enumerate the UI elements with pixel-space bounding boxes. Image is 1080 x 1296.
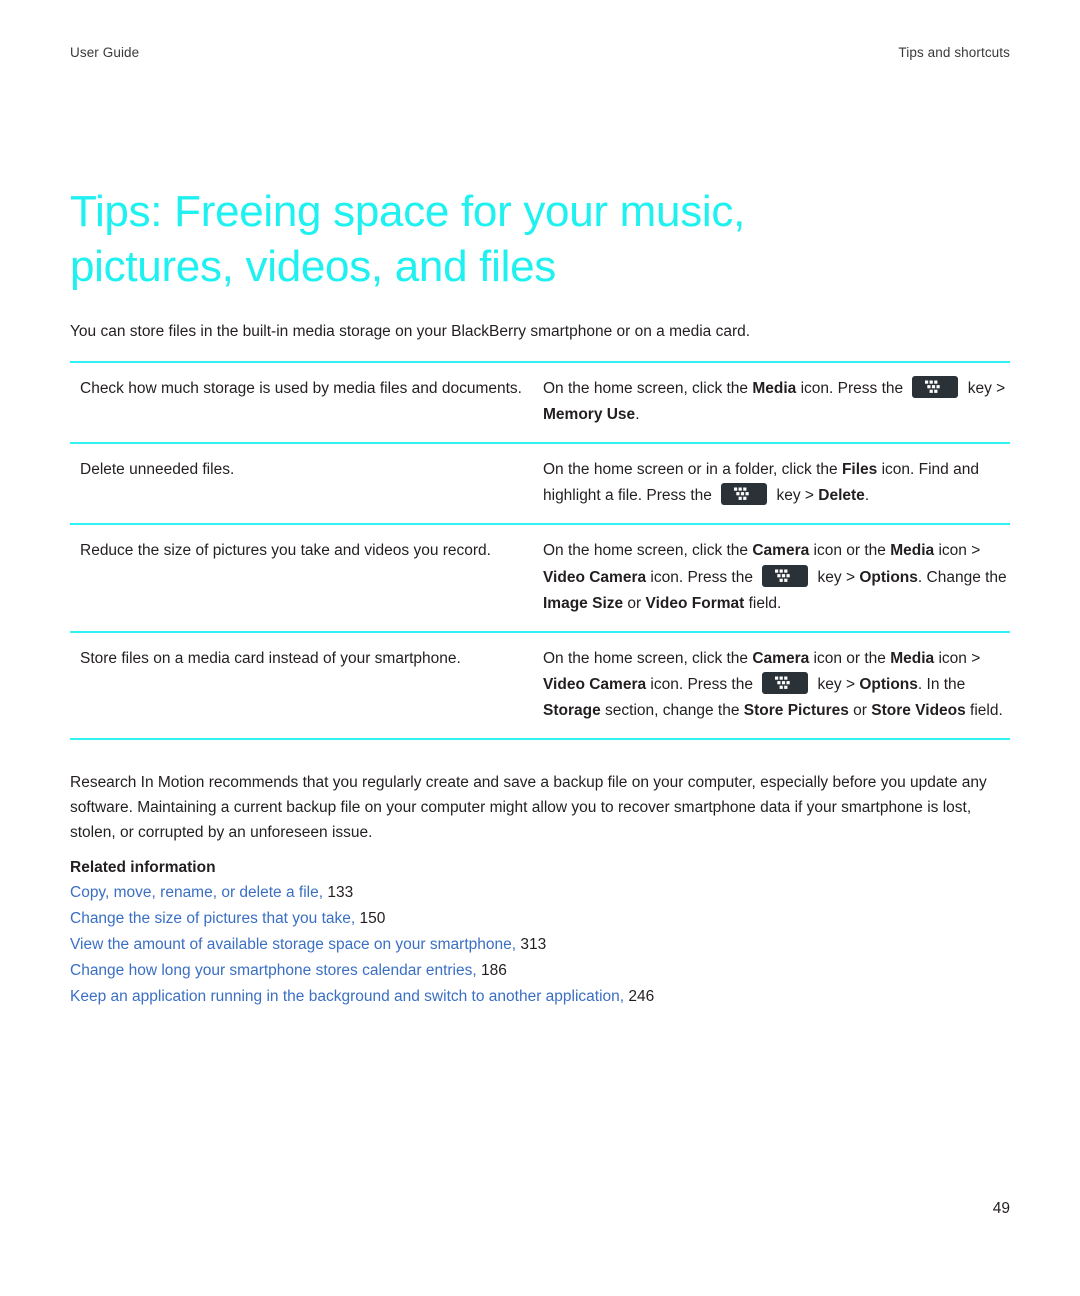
action-cell: On the home screen or in a folder, click… bbox=[543, 443, 1010, 524]
task-cell: Check how much storage is used by media … bbox=[80, 380, 522, 398]
page-title: Tips: Freeing space for your music, pict… bbox=[70, 187, 746, 291]
header-right-label: Tips and shortcuts bbox=[898, 45, 1010, 60]
blackberry-menu-key-icon bbox=[762, 671, 809, 694]
action-cell: On the home screen, click the Camera ico… bbox=[543, 632, 1010, 739]
action-text-segment: icon. Press the bbox=[796, 380, 908, 398]
intro-paragraph: You can store files in the built-in medi… bbox=[70, 323, 751, 341]
action-bold-term: Video Camera bbox=[543, 568, 647, 586]
header-left-label: User Guide bbox=[70, 45, 140, 60]
list-item: Change how long your smartphone stores c… bbox=[70, 958, 1010, 984]
action-bold-term: Store Pictures bbox=[743, 701, 849, 719]
action-bold-term: Image Size bbox=[543, 594, 624, 612]
action-bold-term: Media bbox=[890, 542, 935, 560]
action-text-segment: On the home screen, click the bbox=[543, 649, 753, 667]
action-text-segment: field. bbox=[744, 594, 782, 612]
action-bold-term: Camera bbox=[752, 542, 810, 560]
related-link[interactable]: Change the size of pictures that you tak… bbox=[70, 910, 355, 927]
list-item: View the amount of available storage spa… bbox=[70, 932, 1010, 958]
action-text-segment: . bbox=[635, 406, 640, 424]
action-text-segment: icon > bbox=[934, 542, 981, 560]
action-bold-term: Video Format bbox=[645, 594, 745, 612]
action-text-segment: On the home screen, click the bbox=[543, 380, 753, 398]
related-link-page: 313 bbox=[520, 936, 547, 954]
action-text-segment: On the home screen or in a folder, click… bbox=[543, 461, 842, 479]
action-text-segment: field. bbox=[965, 701, 1003, 719]
tips-table-body: Check how much storage is used by media … bbox=[70, 362, 1010, 739]
action-bold-term: Storage bbox=[543, 701, 601, 719]
action-text-segment: or bbox=[848, 701, 872, 719]
action-text-segment: icon or the bbox=[809, 649, 891, 667]
action-text-segment: section, change the bbox=[600, 701, 744, 719]
action-text-segment: or bbox=[623, 594, 646, 612]
page-running-header: User Guide Tips and shortcuts bbox=[70, 45, 1010, 60]
action-bold-term: Media bbox=[890, 649, 935, 667]
action-text-segment: icon. Press the bbox=[646, 675, 758, 693]
blackberry-menu-key-icon bbox=[721, 483, 768, 506]
action-bold-term: Camera bbox=[752, 649, 810, 667]
action-text-segment: key > bbox=[963, 380, 1006, 398]
related-link[interactable]: Change how long your smartphone stores c… bbox=[70, 962, 477, 979]
action-bold-term: Memory Use bbox=[543, 406, 636, 424]
action-bold-term: Media bbox=[752, 380, 797, 398]
tips-table: Check how much storage is used by media … bbox=[70, 361, 1010, 739]
task-cell: Store files on a media card instead of y… bbox=[80, 649, 461, 667]
action-bold-term: Options bbox=[859, 568, 918, 586]
task-cell: Delete unneeded files. bbox=[80, 461, 235, 479]
table-row: Reduce the size of pictures you take and… bbox=[70, 524, 1010, 631]
action-text-segment: icon. Press the bbox=[646, 568, 758, 586]
list-item: Keep an application running in the backg… bbox=[70, 984, 1010, 1010]
action-text-segment: On the home screen, click the bbox=[543, 542, 753, 560]
action-cell: On the home screen, click the Camera ico… bbox=[543, 524, 1010, 631]
table-row: Store files on a media card instead of y… bbox=[70, 631, 1010, 739]
action-bold-term: Options bbox=[859, 675, 918, 693]
related-link[interactable]: Keep an application running in the backg… bbox=[70, 988, 624, 1005]
related-link-page: 186 bbox=[481, 962, 507, 980]
blackberry-menu-key-icon bbox=[762, 564, 809, 587]
blackberry-menu-key-icon bbox=[912, 376, 959, 399]
closing-paragraph: Research In Motion recommends that you r… bbox=[70, 773, 987, 842]
list-item: Change the size of pictures that you tak… bbox=[70, 906, 1010, 932]
table-row: Check how much storage is used by media … bbox=[70, 362, 1010, 443]
action-text-segment: key > bbox=[772, 487, 819, 505]
action-bold-term: Video Camera bbox=[543, 675, 647, 693]
related-link-page: 133 bbox=[327, 884, 354, 902]
related-link[interactable]: Copy, move, rename, or delete a file, bbox=[70, 884, 323, 901]
action-text-segment: key > bbox=[813, 675, 860, 693]
action-bold-term: Files bbox=[841, 461, 878, 479]
action-cell: On the home screen, click the Media icon… bbox=[543, 362, 1010, 443]
action-text-segment: . Change the bbox=[917, 568, 1007, 586]
action-bold-term: Delete bbox=[818, 487, 865, 505]
related-link-page: 246 bbox=[628, 987, 655, 1005]
page-content: Tips: Freeing space for your music, pict… bbox=[70, 185, 1010, 1010]
action-text-segment: icon or the bbox=[809, 542, 891, 560]
related-link[interactable]: View the amount of available storage spa… bbox=[70, 936, 516, 953]
action-text-segment: icon > bbox=[934, 649, 981, 667]
related-link-page: 150 bbox=[359, 910, 386, 928]
task-cell: Reduce the size of pictures you take and… bbox=[80, 542, 491, 560]
list-item: Copy, move, rename, or delete a file, 13… bbox=[70, 880, 1010, 906]
related-information-heading: Related information bbox=[70, 859, 216, 877]
page-number: 49 bbox=[992, 1200, 1010, 1217]
action-text-segment: . In the bbox=[917, 675, 966, 693]
action-text-segment: . bbox=[864, 487, 870, 505]
related-information-list: Copy, move, rename, or delete a file, 13… bbox=[70, 880, 1010, 1009]
action-text-segment: key > bbox=[813, 568, 860, 586]
table-row: Delete unneeded files. On the home scree… bbox=[70, 443, 1010, 524]
action-bold-term: Store Videos bbox=[871, 701, 966, 719]
